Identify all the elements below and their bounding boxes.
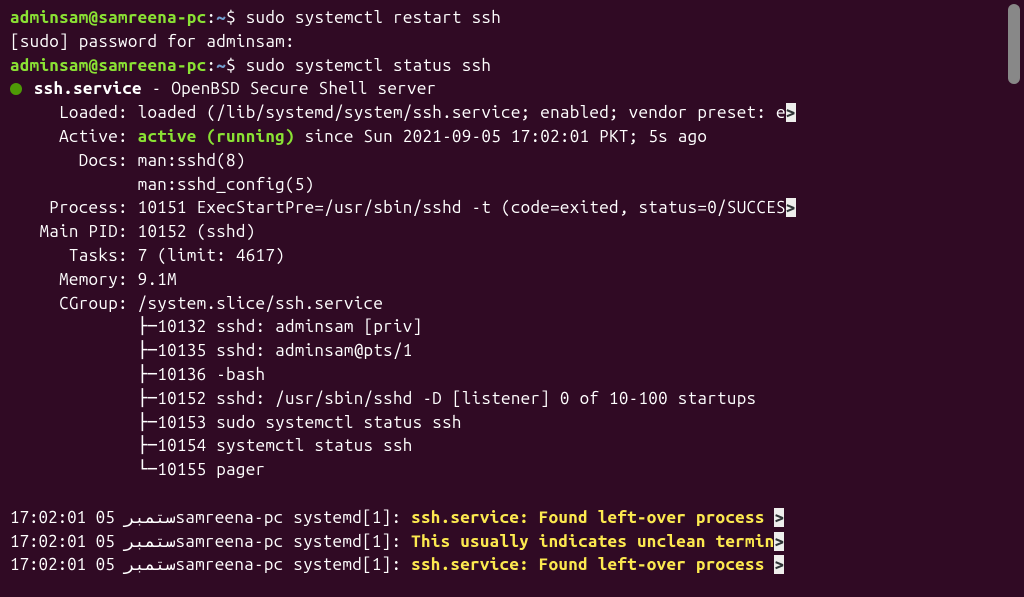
user-host: adminsam@samreena-pc xyxy=(10,8,206,27)
process-entry: 10154 systemctl status ssh xyxy=(157,436,412,455)
prompt-line-2: adminsam@samreena-pc:~$ sudo systemctl s… xyxy=(10,54,1014,78)
log-line-3: 17:02:01 05 ستمبرsamreena-pc systemd[1]:… xyxy=(10,553,1014,577)
user-host: adminsam@samreena-pc xyxy=(10,56,206,75)
log-line-2: 17:02:01 05 ستمبرsamreena-pc systemd[1]:… xyxy=(10,530,1014,554)
process-entry: 10135 sshd: adminsam@pts/1 xyxy=(157,341,412,360)
memory-value: 9.1M xyxy=(138,270,177,289)
docs-line-1: Docs: man:sshd(8) xyxy=(10,149,1014,173)
process-value: 10151 ExecStartPre=/usr/sbin/sshd -t (co… xyxy=(138,198,786,217)
active-since: since Sun 2021-09-05 17:02:01 PKT; 5s ag… xyxy=(295,127,707,146)
process-entry: 10152 sshd: /usr/sbin/sshd -D [listener]… xyxy=(157,389,756,408)
truncation-indicator: > xyxy=(786,103,796,122)
log-month: ستمبر xyxy=(124,555,175,574)
terminal-output[interactable]: adminsam@samreena-pc:~$ sudo systemctl r… xyxy=(10,6,1014,577)
tree-item: ├─10152 sshd: /usr/sbin/sshd -D [listene… xyxy=(10,387,1014,411)
command-restart xyxy=(236,8,246,27)
tree-item: ├─10154 systemctl status ssh xyxy=(10,434,1014,458)
process-entry: 10132 sshd: adminsam [priv] xyxy=(157,317,422,336)
log-message: ssh.service: Found left-over process xyxy=(411,508,774,527)
tree-item: ├─10153 sudo systemctl status ssh xyxy=(10,411,1014,435)
command-text: sudo systemctl status ssh xyxy=(246,56,492,75)
log-month: ستمبر xyxy=(124,508,175,527)
log-source: samreena-pc systemd[1]: xyxy=(175,532,411,551)
mainpid-line: Main PID: 10152 (sshd) xyxy=(10,220,1014,244)
log-month: ستمبر xyxy=(124,532,175,551)
prompt-line-1: adminsam@samreena-pc:~$ sudo systemctl r… xyxy=(10,6,1014,30)
truncation-indicator: > xyxy=(786,198,796,217)
loaded-line: Loaded: loaded (/lib/systemd/system/ssh.… xyxy=(10,101,1014,125)
command-text: sudo systemctl restart ssh xyxy=(246,8,501,27)
docs-value: man:sshd(8) xyxy=(138,151,246,170)
docs-line-2: man:sshd_config(5) xyxy=(10,173,1014,197)
loaded-value: loaded (/lib/systemd/system/ssh.service;… xyxy=(138,103,786,122)
truncation-indicator: > xyxy=(774,555,784,574)
tasks-line: Tasks: 7 (limit: 4617) xyxy=(10,244,1014,268)
log-source: samreena-pc systemd[1]: xyxy=(175,555,411,574)
log-time: 17:02:01 05 xyxy=(10,508,124,527)
tasks-value: 7 (limit: 4617) xyxy=(138,246,285,265)
log-source: samreena-pc systemd[1]: xyxy=(175,508,411,527)
cgroup-line: CGroup: /system.slice/ssh.service xyxy=(10,292,1014,316)
blank-line xyxy=(10,482,1014,506)
log-time: 17:02:01 05 xyxy=(10,532,124,551)
service-name: ssh.service xyxy=(34,79,142,98)
active-state: active (running) xyxy=(138,127,295,146)
docs-value: man:sshd_config(5) xyxy=(138,175,315,194)
path: ~ xyxy=(216,8,226,27)
log-message: ssh.service: Found left-over process xyxy=(411,555,774,574)
process-line: Process: 10151 ExecStartPre=/usr/sbin/ss… xyxy=(10,196,1014,220)
cgroup-value: /system.slice/ssh.service xyxy=(138,294,384,313)
process-entry: 10136 -bash xyxy=(157,365,265,384)
tree-item: ├─10136 -bash xyxy=(10,363,1014,387)
scrollbar-thumb[interactable] xyxy=(1008,4,1020,84)
log-line-1: 17:02:01 05 ستمبرsamreena-pc systemd[1]:… xyxy=(10,506,1014,530)
service-header: ssh.service - OpenBSD Secure Shell serve… xyxy=(10,77,1014,101)
tree-item: ├─10132 sshd: adminsam [priv] xyxy=(10,315,1014,339)
sep: : xyxy=(206,8,216,27)
process-entry: 10155 pager xyxy=(157,460,265,479)
memory-line: Memory: 9.1M xyxy=(10,268,1014,292)
service-desc: - OpenBSD Secure Shell server xyxy=(142,79,437,98)
tree-item: ├─10135 sshd: adminsam@pts/1 xyxy=(10,339,1014,363)
tree-item: └─10155 pager xyxy=(10,458,1014,482)
status-bullet-icon xyxy=(10,83,22,95)
truncation-indicator: > xyxy=(774,532,784,551)
process-entry: 10153 sudo systemctl status ssh xyxy=(157,413,461,432)
sudo-prompt: [sudo] password for adminsam: xyxy=(10,30,1014,54)
dollar: $ xyxy=(226,8,236,27)
mainpid-value: 10152 (sshd) xyxy=(138,222,256,241)
log-time: 17:02:01 05 xyxy=(10,555,124,574)
active-line: Active: active (running) since Sun 2021-… xyxy=(10,125,1014,149)
log-message: This usually indicates unclean termin xyxy=(411,532,774,551)
truncation-indicator: > xyxy=(774,508,784,527)
